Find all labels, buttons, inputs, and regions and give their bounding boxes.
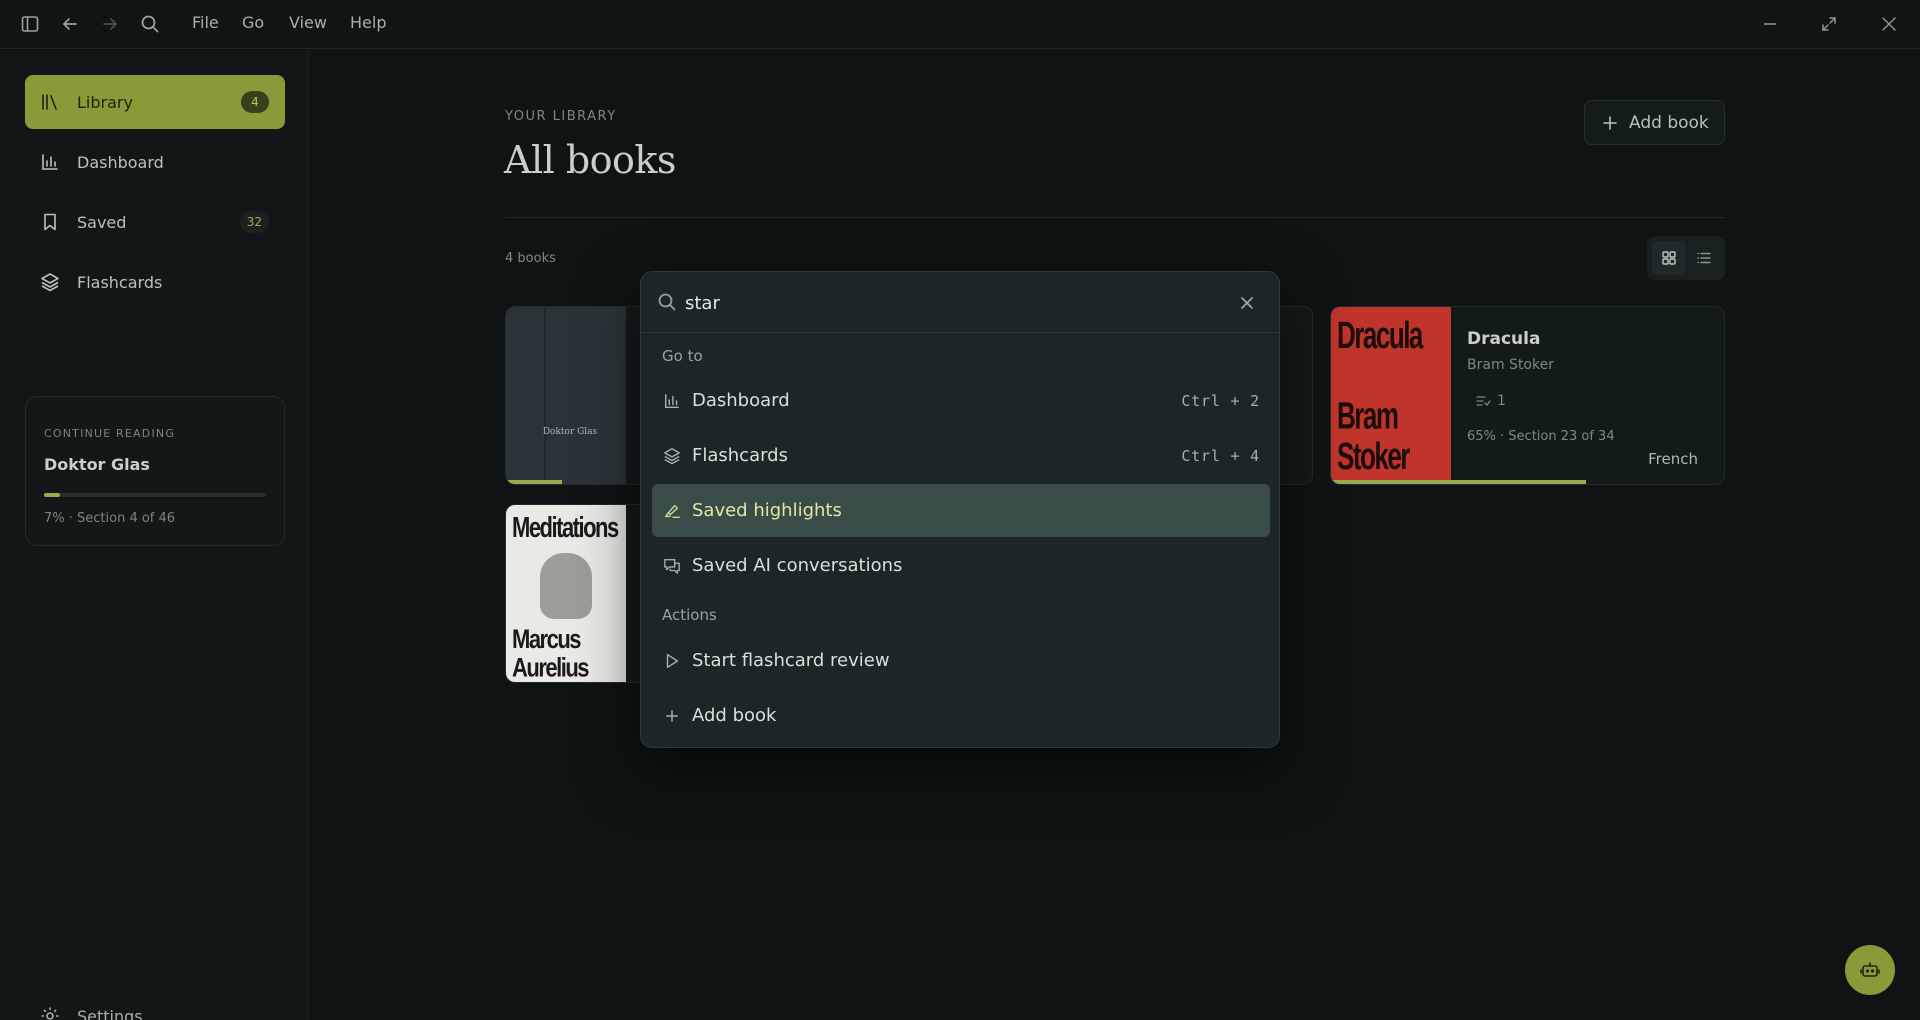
- settings-label: Settings: [77, 1006, 143, 1020]
- book-progress-bar: [506, 480, 563, 484]
- sidebar-item-label: Dashboard: [77, 152, 164, 172]
- highlighter-icon: [662, 501, 682, 521]
- sidebar-item-label: Library: [77, 92, 133, 112]
- gear-icon: [39, 1005, 61, 1020]
- cover-author: Bram Stoker: [1337, 393, 1410, 478]
- plus-icon: [662, 706, 682, 726]
- bar-chart-icon: [39, 151, 61, 173]
- divider: [505, 217, 1725, 218]
- palette-item-label: Start flashcard review: [692, 650, 890, 671]
- ai-assistant-button[interactable]: [1845, 945, 1895, 995]
- library-icon: [39, 91, 61, 113]
- book-cover-meditations: Meditations Marcus Aurelius: [506, 505, 626, 683]
- cover-title: Dracula: [1337, 313, 1423, 357]
- book-language: French: [1648, 450, 1698, 468]
- library-count-badge: 4: [241, 91, 269, 113]
- title-bar: File Go View Help: [0, 0, 1920, 49]
- book-progress-text: 65% · Section 23 of 34: [1467, 429, 1615, 444]
- bar-chart-icon: [662, 391, 682, 411]
- book-card-dracula[interactable]: Dracula Bram Stoker Dracula Bram Stoker 1…: [1330, 306, 1725, 485]
- page-title: All books: [504, 138, 676, 182]
- search-icon[interactable]: [138, 12, 162, 36]
- sidebar-toggle-icon[interactable]: [18, 12, 42, 36]
- add-book-label: Add book: [1629, 112, 1709, 133]
- close-window-icon[interactable]: [1877, 12, 1901, 36]
- command-palette: Go to Dashboard Ctrl + 2 Flashcards Ctrl…: [640, 271, 1280, 748]
- maximize-icon[interactable]: [1817, 12, 1841, 36]
- search-icon: [657, 292, 677, 312]
- book-title: Dracula: [1467, 329, 1541, 349]
- continue-reading-card[interactable]: CONTINUE READING Doktor Glas 7% · Sectio…: [25, 396, 285, 546]
- menu-help[interactable]: Help: [350, 13, 386, 32]
- cards-icon: [1476, 396, 1491, 406]
- palette-search-row: [641, 272, 1279, 333]
- book-card-meditations[interactable]: Meditations Marcus Aurelius: [505, 504, 650, 683]
- palette-item-add-book[interactable]: Add book: [652, 689, 1270, 742]
- sidebar-item-saved[interactable]: Saved 32: [25, 195, 285, 249]
- layers-icon: [39, 271, 61, 293]
- continue-reading-subtitle: 7% · Section 4 of 46: [44, 511, 176, 526]
- minimize-icon[interactable]: [1758, 12, 1782, 36]
- forward-arrow-icon[interactable]: [98, 12, 122, 36]
- palette-item-label: Saved AI conversations: [692, 555, 903, 576]
- palette-item-label: Flashcards: [692, 445, 788, 466]
- shortcut-hint: Ctrl + 4: [1181, 446, 1260, 465]
- play-icon: [662, 651, 682, 671]
- plus-icon: [1601, 114, 1619, 132]
- cover-author: Marcus Aurelius: [512, 623, 590, 683]
- menu-file[interactable]: File: [192, 13, 219, 32]
- cover-title: Doktor Glas: [542, 427, 598, 437]
- add-book-button[interactable]: Add book: [1584, 100, 1725, 145]
- book-count: 4 books: [505, 251, 556, 266]
- bust-illustration: [540, 553, 592, 619]
- palette-item-flashcards[interactable]: Flashcards Ctrl + 4: [652, 429, 1270, 482]
- palette-item-dashboard[interactable]: Dashboard Ctrl + 2: [652, 374, 1270, 427]
- close-icon[interactable]: [1238, 294, 1256, 312]
- sidebar-item-label: Saved: [77, 212, 127, 232]
- settings-button[interactable]: Settings: [25, 996, 285, 1020]
- palette-item-label: Add book: [692, 705, 777, 726]
- robot-icon: [1860, 960, 1880, 980]
- palette-item-saved-ai-conversations[interactable]: Saved AI conversations: [652, 539, 1270, 592]
- sidebar-item-dashboard[interactable]: Dashboard: [25, 135, 285, 189]
- bookmark-icon: [39, 211, 61, 233]
- continue-reading-progress-fill: [44, 493, 60, 497]
- grid-view-icon[interactable]: [1652, 241, 1686, 275]
- menu-view[interactable]: View: [289, 13, 327, 32]
- continue-reading-title: Doktor Glas: [44, 455, 150, 474]
- view-toggle: [1647, 236, 1725, 280]
- palette-item-start-flashcard-review[interactable]: Start flashcard review: [652, 634, 1270, 687]
- palette-item-saved-highlights[interactable]: Saved highlights: [652, 484, 1270, 537]
- book-author: Bram Stoker: [1467, 357, 1554, 373]
- group-label-go-to: Go to: [662, 347, 703, 365]
- sidebar-item-library[interactable]: Library 4: [25, 75, 285, 129]
- palette-item-label: Saved highlights: [692, 500, 842, 521]
- back-arrow-icon[interactable]: [58, 12, 82, 36]
- palette-search-input[interactable]: [685, 286, 1205, 320]
- group-label-actions: Actions: [662, 606, 717, 624]
- chat-icon: [662, 556, 682, 576]
- book-cover-doktor-glas: Doktor Glas: [506, 307, 626, 484]
- continue-reading-progress-bar: [44, 493, 266, 497]
- palette-item-label: Dashboard: [692, 390, 790, 411]
- sidebar-item-flashcards[interactable]: Flashcards: [25, 255, 285, 309]
- layers-icon: [662, 446, 682, 466]
- flashcard-count: 1: [1475, 393, 1506, 409]
- library-kicker: YOUR LIBRARY: [505, 109, 617, 124]
- sidebar: Library 4 Dashboard Saved 32 Flashcards …: [0, 50, 309, 1020]
- saved-count-badge: 32: [239, 211, 269, 233]
- sidebar-item-label: Flashcards: [77, 272, 163, 292]
- list-view-icon[interactable]: [1687, 241, 1721, 275]
- book-progress-bar: [1331, 480, 1587, 484]
- continue-reading-kicker: CONTINUE READING: [44, 427, 176, 440]
- shortcut-hint: Ctrl + 2: [1181, 391, 1260, 410]
- book-cover-dracula: Dracula Bram Stoker: [1331, 307, 1451, 484]
- cover-title: Meditations: [512, 511, 619, 544]
- menu-go[interactable]: Go: [242, 13, 264, 32]
